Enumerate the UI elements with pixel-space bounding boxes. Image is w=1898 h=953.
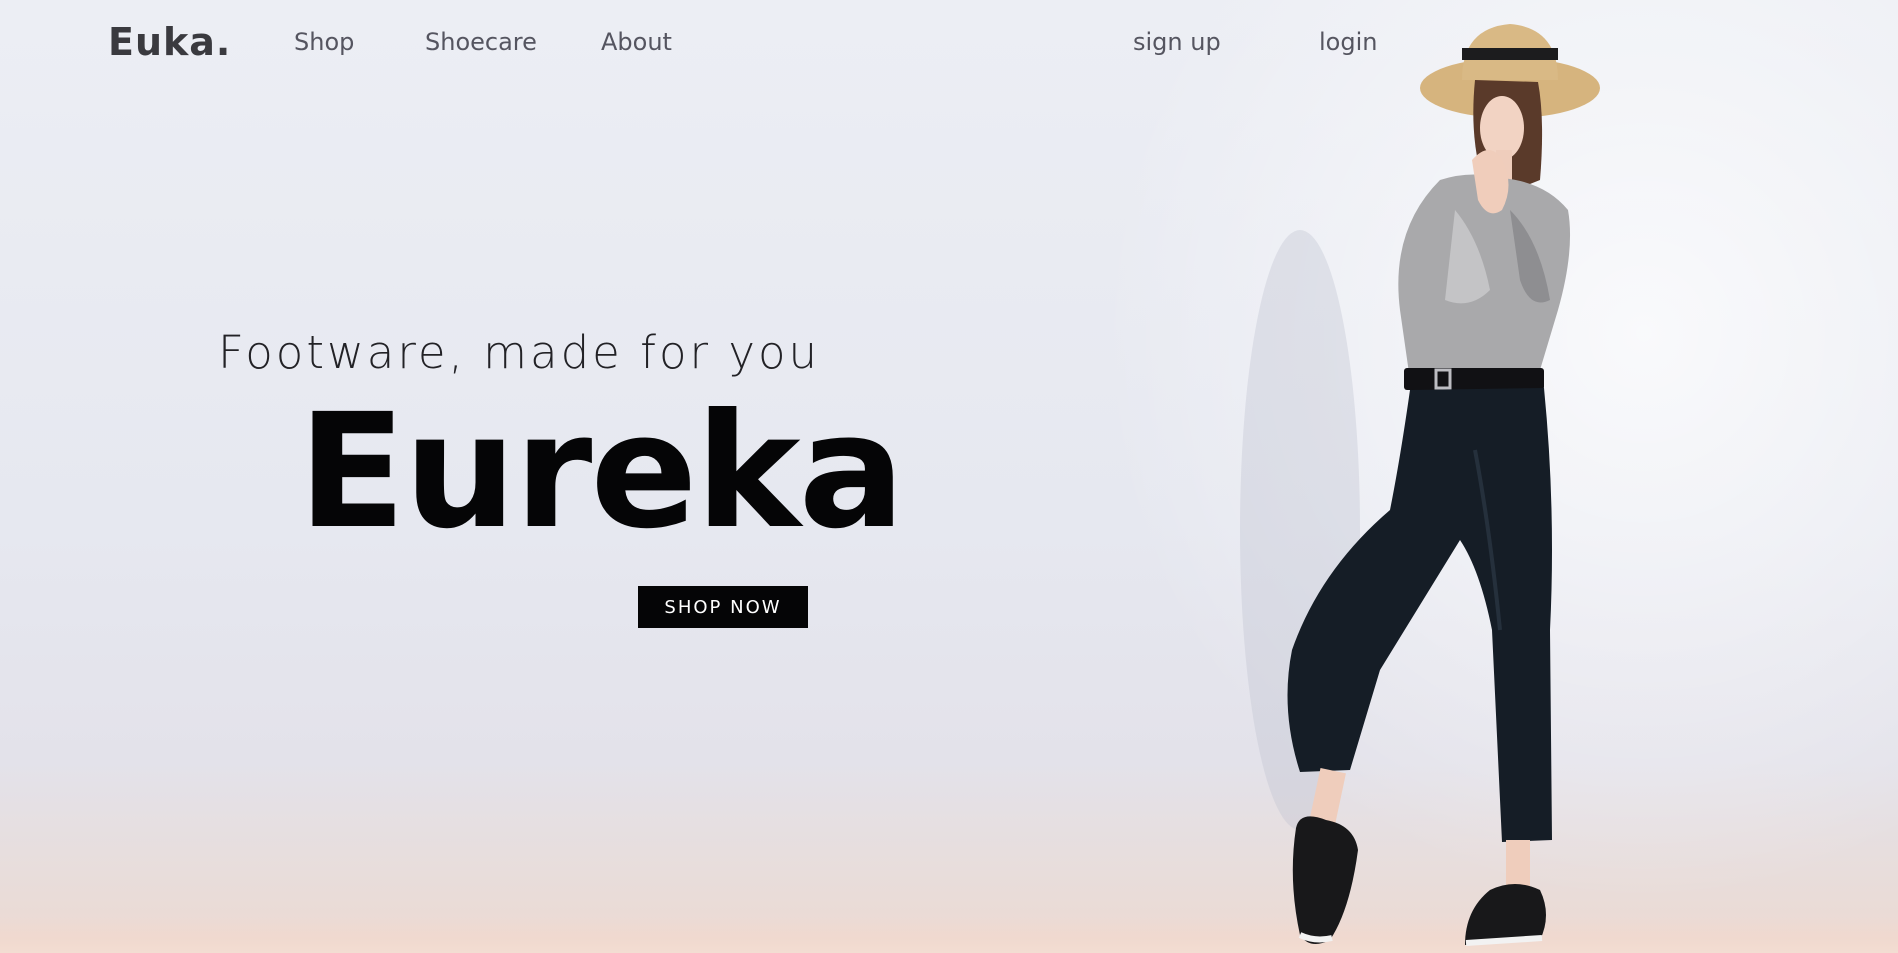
nav-link-shoecare[interactable]: Shoecare (425, 28, 537, 56)
shop-now-button[interactable]: SHOP NOW (638, 586, 808, 628)
fashion-model-illustration (1240, 24, 1600, 946)
site-logo[interactable]: Euka. (108, 20, 231, 64)
landing-page: Euka. Shop Shoecare About sign up login … (0, 0, 1898, 953)
signup-link[interactable]: sign up (1133, 28, 1221, 56)
nav-link-about[interactable]: About (601, 28, 672, 56)
nav-link-shop[interactable]: Shop (294, 28, 354, 56)
hero-tagline: Footware, made for you (218, 326, 821, 379)
hero-title: Eureka (298, 380, 905, 564)
